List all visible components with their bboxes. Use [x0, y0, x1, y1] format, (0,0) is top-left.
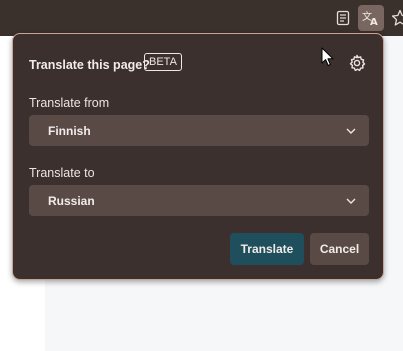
translate-from-label: Translate from	[29, 96, 110, 110]
gear-icon[interactable]	[347, 53, 367, 73]
translate-from-select[interactable]: Finnish	[29, 115, 369, 146]
chevron-down-icon	[346, 198, 356, 204]
browser-toolbar: 文 A	[0, 0, 403, 36]
translate-popup: Translate this page? BETA Translate from…	[12, 33, 384, 280]
svg-text:A: A	[370, 17, 378, 27]
reader-view-icon[interactable]	[330, 5, 356, 31]
mouse-cursor-icon	[321, 47, 334, 66]
translate-to-label: Translate to	[29, 166, 95, 180]
chevron-down-icon	[346, 128, 356, 134]
translate-to-select[interactable]: Russian	[29, 185, 369, 216]
translate-to-value: Russian	[48, 194, 95, 208]
popup-title: Translate this page?	[29, 58, 150, 72]
translate-from-value: Finnish	[48, 124, 91, 138]
beta-badge: BETA	[144, 53, 182, 71]
translate-button[interactable]: Translate	[230, 233, 304, 265]
translate-icon[interactable]: 文 A	[358, 5, 384, 31]
cancel-button[interactable]: Cancel	[310, 233, 369, 265]
star-icon[interactable]	[387, 5, 403, 31]
